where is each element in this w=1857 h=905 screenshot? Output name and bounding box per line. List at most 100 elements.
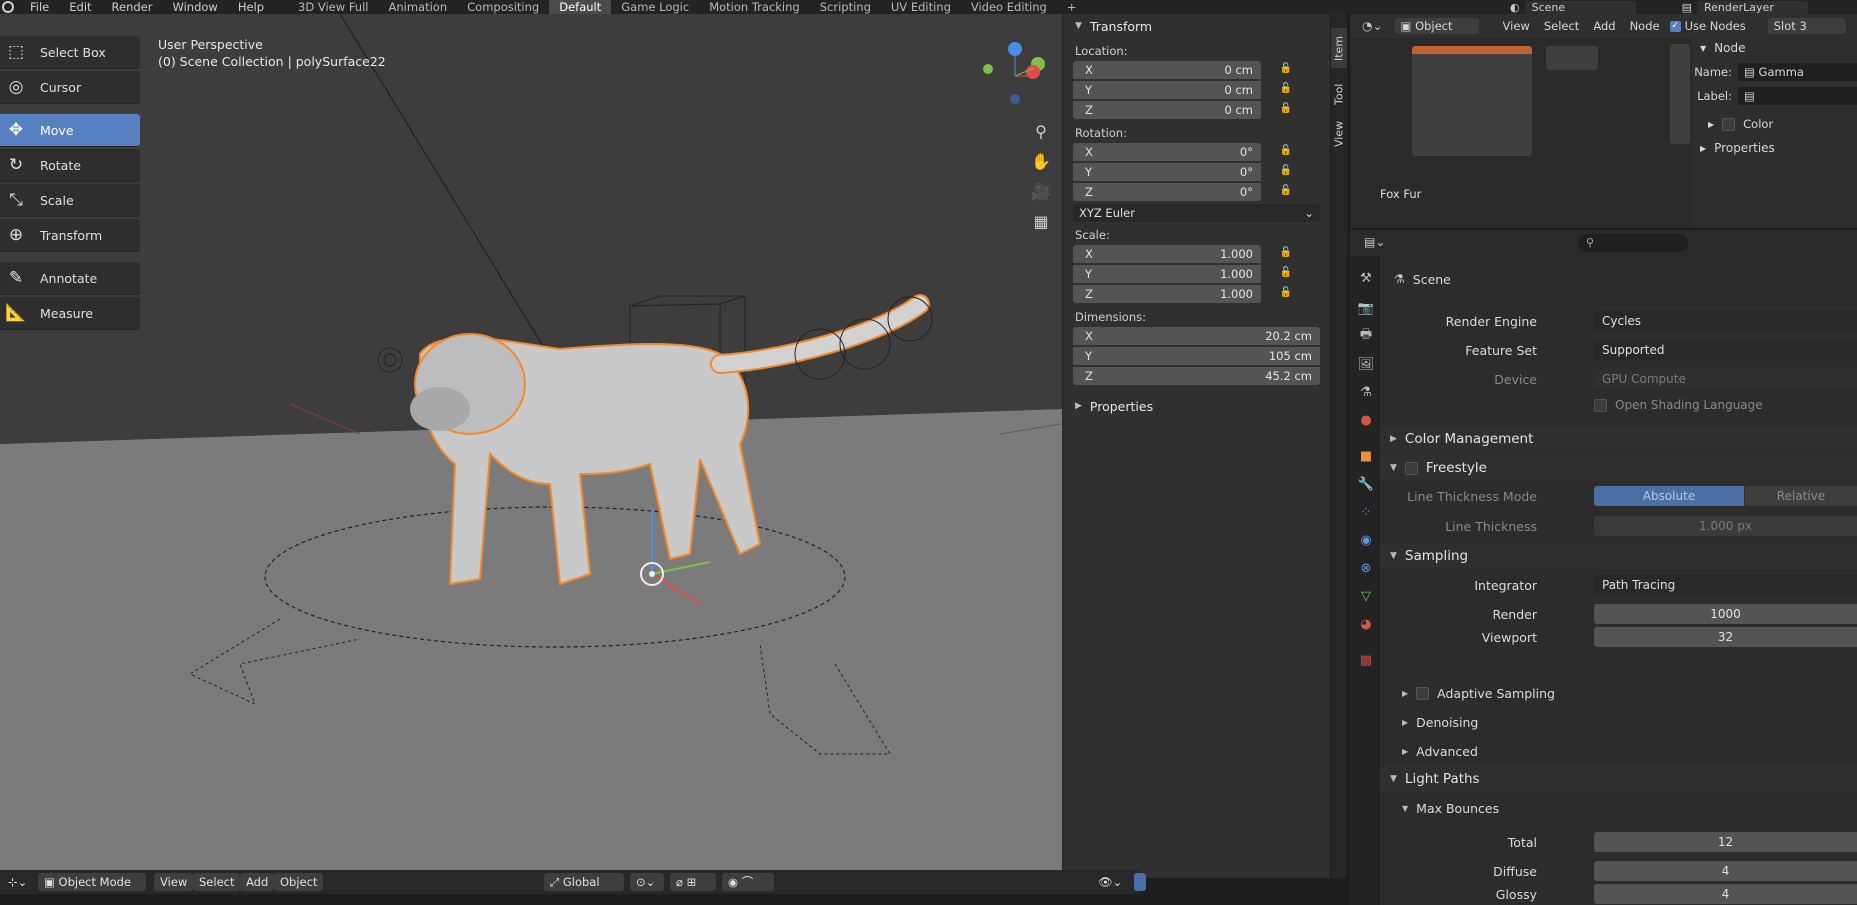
render-tab-icon[interactable]: 📷 <box>1358 300 1374 316</box>
menu-add[interactable]: Add <box>1593 19 1615 33</box>
data-tab-icon[interactable]: ▽ <box>1358 588 1374 604</box>
adaptive-sampling-subpanel[interactable]: ▶ Adaptive Sampling <box>1402 686 1555 701</box>
lock-icon[interactable]: 🔓 <box>1279 287 1293 301</box>
relative-toggle[interactable]: Relative <box>1745 486 1857 506</box>
tab-view[interactable]: View <box>1331 116 1347 152</box>
render-engine-select[interactable]: Cycles <box>1594 311 1857 331</box>
feature-set-select[interactable]: Supported <box>1594 340 1857 360</box>
node-editor[interactable]: Fox Fur <box>1350 14 1695 228</box>
menu-view[interactable]: View <box>154 873 194 891</box>
workspace-tab-compositing[interactable]: Compositing <box>457 0 549 14</box>
lock-icon[interactable]: 🔓 <box>1279 103 1293 117</box>
node-properties-subpanel[interactable]: ▶ Properties <box>1692 136 1857 160</box>
tool-move[interactable]: ✥ Move <box>0 114 140 147</box>
add-workspace-button[interactable]: + <box>1057 0 1087 14</box>
tool-rotate[interactable]: ↻ Rotate <box>0 149 140 182</box>
tool-cursor[interactable]: ◎ Cursor <box>0 71 140 104</box>
image-texture-node[interactable] <box>1412 46 1532 156</box>
menu-select[interactable]: Select <box>1544 19 1579 33</box>
workspace-tab-game-logic[interactable]: Game Logic <box>611 0 699 14</box>
line-thickness-field[interactable]: 1.000 px <box>1594 516 1857 536</box>
visibility-icon[interactable]: 👁⌄ <box>1092 873 1132 891</box>
slot-selector[interactable]: Slot 3 <box>1767 18 1846 34</box>
dimensions-x-field[interactable]: X 20.2 cm <box>1073 327 1320 345</box>
view-layer-tab-icon[interactable]: 🖼 <box>1358 356 1375 372</box>
object-tab-icon[interactable]: ■ <box>1358 448 1374 464</box>
3d-viewport[interactable]: ⬚ Select Box ◎ Cursor ✥ Move ↻ Rotate ⤡ Scale… <box>0 14 1122 878</box>
denoising-subpanel[interactable]: ▶ Denoising <box>1402 715 1478 730</box>
lock-icon[interactable]: 🔓 <box>1279 83 1293 97</box>
tool-annotate[interactable]: ✎ Annotate <box>0 262 140 295</box>
lock-icon[interactable]: 🔓 <box>1279 63 1293 77</box>
render-layer-selector[interactable]: RenderLayer <box>1698 0 1809 14</box>
scene-selector[interactable]: Scene <box>1525 0 1636 14</box>
lock-icon[interactable]: 🔓 <box>1279 165 1293 179</box>
menu-window[interactable]: Window <box>162 0 227 14</box>
snap-icon[interactable]: ⌀ ⊞ <box>670 873 716 891</box>
proportional-edit-icon[interactable]: ◉ ⌒ <box>722 873 774 891</box>
scene-tab-icon[interactable]: ⚗ <box>1358 384 1374 400</box>
menu-object[interactable]: Object <box>274 873 324 891</box>
menu-node[interactable]: Node <box>1630 19 1660 33</box>
tool-measure[interactable]: 📐 Measure <box>0 297 140 330</box>
dimensions-y-field[interactable]: Y 105 cm <box>1073 347 1320 365</box>
search-input[interactable]: ⚲ <box>1578 234 1688 252</box>
osl-checkbox[interactable]: Open Shading Language <box>1594 398 1763 412</box>
editor-type-icon[interactable]: ⊹⌄ <box>2 873 32 891</box>
constraints-tab-icon[interactable]: ⊗ <box>1358 560 1374 576</box>
zoom-icon[interactable]: ⚲ <box>1030 120 1052 142</box>
light-paths-section[interactable]: ▼ Light Paths <box>1380 766 1857 792</box>
menu-help[interactable]: Help <box>228 0 274 14</box>
freestyle-section[interactable]: ▼ Freestyle <box>1380 455 1857 481</box>
color-subpanel[interactable]: ▶ Color <box>1692 112 1857 136</box>
menu-edit[interactable]: Edit <box>59 0 101 14</box>
editor-type-icon[interactable]: ▤⌄ <box>1364 235 1385 249</box>
editor-type-icon[interactable]: ◔⌄ <box>1362 19 1383 33</box>
node-type-selector[interactable]: ▣ Object <box>1394 18 1479 34</box>
tool-select-box[interactable]: ⬚ Select Box <box>0 36 140 69</box>
menu-view[interactable]: View <box>1503 19 1530 33</box>
camera-icon[interactable]: 🎥 <box>1030 180 1052 202</box>
workspace-tab-3d-view-full[interactable]: 3D View Full <box>288 0 378 14</box>
node-panel-header[interactable]: ▼ Node <box>1692 38 1857 58</box>
workspace-tab-default[interactable]: Default <box>549 0 612 14</box>
viewport-samples-field[interactable]: 32 <box>1594 627 1857 647</box>
workspace-tab-scripting[interactable]: Scripting <box>810 0 881 14</box>
freestyle-checkbox[interactable] <box>1404 461 1418 475</box>
workspace-tab-video-editing[interactable]: Video Editing <box>961 0 1057 14</box>
location-y-field[interactable]: Y 0 cm <box>1073 81 1261 99</box>
mode-selector[interactable]: ▣ Object Mode <box>38 873 146 891</box>
max-bounces-subpanel[interactable]: ▼ Max Bounces <box>1402 801 1499 816</box>
lock-icon[interactable]: 🔓 <box>1279 185 1293 199</box>
physics-tab-icon[interactable]: ◉ <box>1358 532 1374 548</box>
properties-panel-header[interactable]: ▶ Properties <box>1063 394 1330 418</box>
particles-tab-icon[interactable]: ⁘ <box>1358 504 1374 520</box>
output-tab-icon[interactable]: 🖶 <box>1358 327 1374 344</box>
render-samples-field[interactable]: 1000 <box>1594 604 1857 624</box>
total-bounces-field[interactable]: 12 <box>1594 832 1857 852</box>
node-label-field[interactable]: ▤ <box>1738 87 1857 105</box>
dimensions-z-field[interactable]: Z 45.2 cm <box>1073 367 1320 385</box>
rotation-z-field[interactable]: Z 0° <box>1073 183 1261 201</box>
rotation-y-field[interactable]: Y 0° <box>1073 163 1261 181</box>
pan-hand-icon[interactable]: ✋ <box>1030 150 1052 172</box>
modifier-tab-icon[interactable]: 🔧 <box>1358 476 1374 492</box>
world-tab-icon[interactable]: ● <box>1358 412 1374 428</box>
node-name-field[interactable]: ▤ Gamma <box>1738 63 1857 81</box>
scale-z-field[interactable]: Z 1.000 <box>1073 285 1261 303</box>
tool-transform[interactable]: ⊕ Transform <box>0 219 140 252</box>
sampling-section[interactable]: ▼ Sampling <box>1380 543 1857 569</box>
absolute-toggle[interactable]: Absolute <box>1594 486 1744 506</box>
diffuse-bounces-field[interactable]: 4 <box>1594 861 1857 881</box>
scale-y-field[interactable]: Y 1.000 <box>1073 265 1261 283</box>
menu-file[interactable]: File <box>20 0 59 14</box>
integrator-select[interactable]: Path Tracing <box>1594 575 1857 595</box>
scale-x-field[interactable]: X 1.000 <box>1073 245 1261 263</box>
rotation-x-field[interactable]: X 0° <box>1073 143 1261 161</box>
color-checkbox[interactable] <box>1722 117 1736 131</box>
workspace-tab-uv-editing[interactable]: UV Editing <box>881 0 961 14</box>
tool-settings-icon[interactable]: ⚒ <box>1358 270 1374 286</box>
rotation-mode-select[interactable]: XYZ Euler ⌄ <box>1073 204 1320 222</box>
workspace-tab-animation[interactable]: Animation <box>378 0 457 14</box>
menu-render[interactable]: Render <box>102 0 163 14</box>
